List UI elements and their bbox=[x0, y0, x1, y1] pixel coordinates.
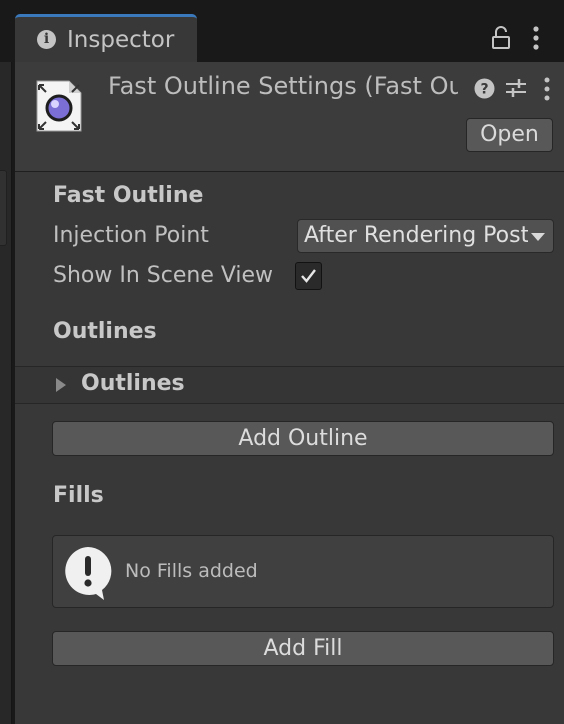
outlines-foldout[interactable]: Outlines bbox=[15, 367, 564, 403]
help-icon[interactable]: ? bbox=[474, 78, 495, 99]
no-fills-message: No Fills added bbox=[125, 560, 258, 582]
add-outline-button[interactable]: Add Outline bbox=[52, 421, 554, 456]
injection-point-value: After Rendering PostProcessing bbox=[304, 223, 528, 248]
foldout-arrow-icon[interactable] bbox=[56, 378, 66, 392]
fills-help-box: No Fills added bbox=[52, 535, 554, 608]
inspector-panel: Fast Outline Settings (Fast Outline) ? O… bbox=[15, 62, 564, 724]
inspector-header: Fast Outline Settings (Fast Outline) ? O… bbox=[15, 62, 564, 172]
outlines-foldout-label: Outlines bbox=[81, 371, 185, 396]
checkmark-icon bbox=[301, 269, 316, 283]
scriptable-object-icon bbox=[36, 80, 82, 132]
preset-settings-icon[interactable] bbox=[504, 76, 528, 100]
lock-icon[interactable] bbox=[490, 26, 512, 50]
tab-bar: i Inspector bbox=[0, 0, 564, 62]
svg-text:?: ? bbox=[480, 82, 488, 98]
fast-outline-heading: Fast Outline bbox=[53, 183, 204, 208]
tab-inspector[interactable]: i Inspector bbox=[15, 14, 197, 62]
divider bbox=[15, 403, 564, 404]
warning-icon bbox=[65, 547, 112, 600]
chevron-down-icon bbox=[531, 233, 545, 241]
open-button[interactable]: Open bbox=[466, 118, 553, 152]
left-panel-edge bbox=[0, 62, 12, 724]
injection-point-dropdown[interactable]: After Rendering PostProcessing bbox=[297, 219, 554, 253]
show-in-scene-view-label: Show In Scene View bbox=[53, 263, 274, 288]
outlines-heading: Outlines bbox=[53, 319, 157, 344]
show-in-scene-view-checkbox[interactable] bbox=[295, 262, 322, 290]
component-menu-icon[interactable] bbox=[541, 76, 553, 102]
injection-point-label: Injection Point bbox=[53, 223, 209, 248]
left-panel-handle bbox=[0, 170, 7, 246]
asset-title: Fast Outline Settings (Fast Outline) bbox=[108, 72, 458, 100]
info-icon: i bbox=[37, 30, 56, 49]
more-options-icon[interactable] bbox=[528, 24, 544, 52]
fills-heading: Fills bbox=[53, 483, 104, 508]
tab-label: Inspector bbox=[67, 27, 175, 53]
add-fill-button[interactable]: Add Fill bbox=[52, 631, 554, 666]
